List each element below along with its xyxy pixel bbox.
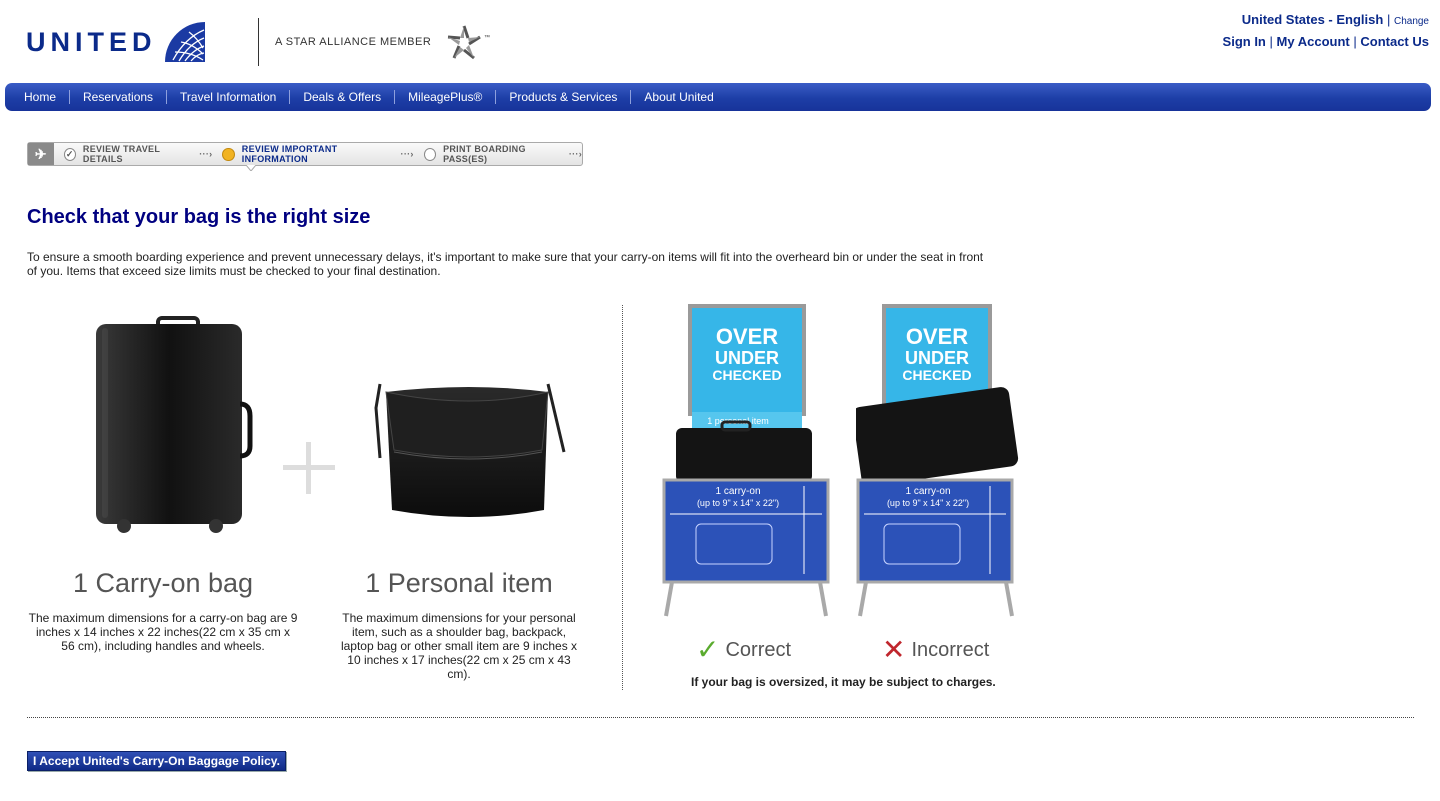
sign-over: OVER <box>906 324 968 349</box>
horizontal-divider <box>27 717 1414 718</box>
current-step-caret-icon <box>246 165 256 171</box>
current-step-icon <box>222 147 235 161</box>
correct-sizer-image: OVER UNDER CHECKED 1 personal item 1 car… <box>662 304 830 617</box>
logo-divider <box>258 18 259 66</box>
vertical-divider <box>622 305 623 690</box>
personal-item-info: 1 Personal item The maximum dimensions f… <box>334 568 584 681</box>
personal-item-description: The maximum dimensions for your personal… <box>340 611 578 681</box>
nav-about-united[interactable]: About United <box>631 90 726 104</box>
checkmark-icon: ✓ <box>696 634 720 665</box>
logo-wordmark: UNITED <box>26 26 157 57</box>
pending-step-icon <box>423 147 437 161</box>
nav-reservations[interactable]: Reservations <box>70 90 168 104</box>
carry-on-slot-label: 1 carry-on <box>715 486 760 497</box>
carry-on-slot-dims: (up to 9" x 14" x 22") <box>697 498 779 508</box>
personal-item-heading: 1 Personal item <box>365 568 553 598</box>
sign-under: UNDER <box>905 348 969 368</box>
main-nav: Home Reservations Travel Information Dea… <box>5 83 1431 111</box>
page-title: Check that your bag is the right size <box>27 206 371 228</box>
sign-checked: CHECKED <box>902 367 971 383</box>
carry-on-slot-dims: (up to 9" x 14" x 22") <box>887 498 969 508</box>
step-print-boarding-pass: PRINT BOARDING PASS(ES) ···› <box>423 144 583 164</box>
arrow-icon: ···› <box>199 149 213 159</box>
sign-under: UNDER <box>715 348 779 368</box>
globe-icon <box>164 22 205 62</box>
plane-icon: ✈ <box>28 143 54 165</box>
personal-item-bag-image <box>374 383 566 517</box>
correct-label: ✓ Correct <box>696 634 792 665</box>
utility-links: United States - English | Change Sign In… <box>1222 12 1429 49</box>
nav-mileageplus[interactable]: MileagePlus® <box>395 90 497 104</box>
incorrect-label: ✕ Incorrect <box>882 634 990 665</box>
nav-home[interactable]: Home <box>11 90 71 104</box>
step-review-important-information: REVIEW IMPORTANT INFORMATION ···› <box>222 144 413 164</box>
carry-on-description: The maximum dimensions for a carry-on ba… <box>28 611 298 653</box>
united-logo[interactable]: UNITED <box>26 22 205 62</box>
arrow-icon: ···› <box>568 149 583 159</box>
nav-deals-offers[interactable]: Deals & Offers <box>290 90 396 104</box>
locale-link[interactable]: United States - English <box>1242 12 1384 27</box>
sign-checked: CHECKED <box>712 367 781 383</box>
change-locale-link[interactable]: Change <box>1394 16 1429 27</box>
sign-in-link[interactable]: Sign In <box>1223 34 1266 49</box>
contact-us-link[interactable]: Contact Us <box>1360 34 1429 49</box>
carry-on-suitcase-image <box>96 316 253 533</box>
sign-over: OVER <box>716 324 778 349</box>
trademark: ™ <box>484 35 490 41</box>
arrow-icon: ···› <box>400 149 414 159</box>
carry-on-heading: 1 Carry-on bag <box>72 568 254 598</box>
x-mark-icon: ✕ <box>882 634 906 665</box>
step-review-travel-details: ✓ REVIEW TRAVEL DETAILS ···› <box>63 144 213 164</box>
incorrect-sizer-image: OVER UNDER CHECKED 1 carry-on (up to 9" … <box>856 304 1019 617</box>
my-account-link[interactable]: My Account <box>1277 34 1350 49</box>
accept-baggage-policy-button[interactable]: I Accept United's Carry-On Baggage Polic… <box>27 751 286 771</box>
checkin-progress: ✈ ✓ REVIEW TRAVEL DETAILS ···› REVIEW IM… <box>27 142 583 171</box>
star-alliance-label: A STAR ALLIANCE MEMBER <box>275 36 432 48</box>
star-alliance-icon <box>447 25 481 60</box>
intro-text: To ensure a smooth boarding experience a… <box>27 250 984 278</box>
plus-icon <box>283 442 335 494</box>
carry-on-slot-label: 1 carry-on <box>905 486 950 497</box>
nav-products-services[interactable]: Products & Services <box>496 90 632 104</box>
oversize-note: If your bag is oversized, it may be subj… <box>691 675 996 689</box>
carry-on-info: 1 Carry-on bag The maximum dimensions fo… <box>28 568 298 653</box>
check-icon: ✓ <box>63 147 76 161</box>
nav-travel-information[interactable]: Travel Information <box>167 90 291 104</box>
